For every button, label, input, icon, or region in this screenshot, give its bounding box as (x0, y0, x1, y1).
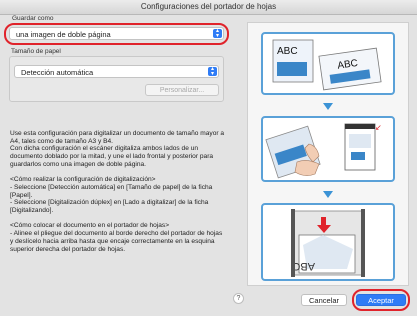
save-as-select[interactable]: una imagen de doble página ▴ ▾ (9, 27, 224, 40)
double-page-card: ABC ABC (261, 32, 395, 95)
fold-arrow-icon: ↙ (375, 123, 382, 132)
cancel-button[interactable]: Cancelar (301, 294, 347, 306)
down-arrow-icon (323, 103, 333, 110)
description-text: Use esta configuración para digitalizar … (10, 130, 225, 253)
window-title: Configuraciones del portador de hojas (0, 0, 417, 15)
insert-illustration: ABC (291, 209, 365, 277)
customize-button[interactable]: Personalizar... (145, 84, 219, 96)
fold-illustration: ↙ (265, 123, 382, 179)
save-as-value: una imagen de doble página (16, 30, 111, 39)
save-as-label: Guardar como (12, 15, 54, 22)
paper-size-select[interactable]: Detección automática ▴ ▾ (14, 65, 219, 78)
double-page-illustration: ABC ABC (272, 39, 382, 91)
fold-card: ↙ (261, 116, 395, 182)
ok-button[interactable]: Aceptar (356, 294, 406, 306)
help-button[interactable]: ? (233, 293, 244, 304)
paper-size-label: Tamaño de papel (11, 48, 61, 55)
abc-text-1: ABC (277, 46, 298, 57)
paper-size-value: Detección automática (21, 68, 94, 77)
illustration-panel: ABC ABC ↙ ABC (247, 22, 409, 286)
select-arrows-icon: ▴ ▾ (208, 66, 217, 77)
insert-card: ABC (261, 203, 395, 281)
abc-text-3: ABC (292, 260, 315, 272)
select-arrows-icon: ▴ ▾ (213, 28, 222, 39)
down-arrow-icon (323, 191, 333, 198)
